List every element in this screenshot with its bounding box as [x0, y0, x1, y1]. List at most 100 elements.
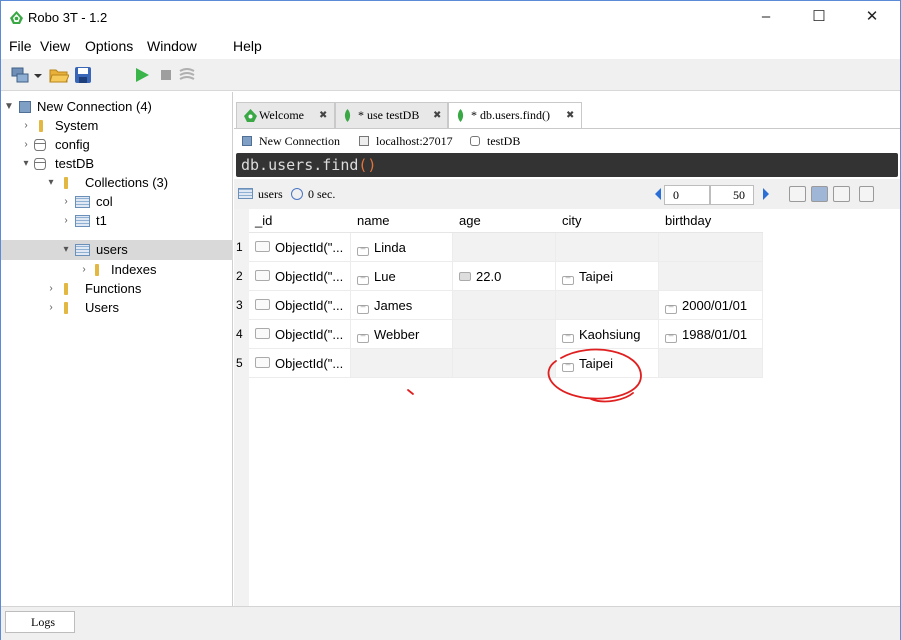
minimize-button[interactable]: –: [743, 1, 789, 33]
query-editor[interactable]: db.users.find(): [236, 153, 898, 177]
table-cell[interactable]: [453, 320, 556, 349]
table-cell[interactable]: ObjectId("...: [249, 320, 351, 349]
menu-view[interactable]: View: [40, 38, 70, 54]
tab-close-icon[interactable]: ✖: [433, 103, 441, 128]
tab-close-icon[interactable]: ✖: [319, 103, 327, 128]
breadcrumb: New Connection localhost:27017 testDB: [234, 129, 900, 153]
table-cell[interactable]: [453, 349, 556, 378]
logs-bar: Logs: [1, 606, 900, 640]
menu-window[interactable]: Window: [147, 38, 197, 54]
dropdown-icon[interactable]: [33, 65, 43, 85]
column-header-city[interactable]: city: [556, 209, 659, 233]
chevron-down-icon[interactable]: ▼: [4, 97, 14, 116]
table-cell[interactable]: "" Linda: [351, 233, 453, 262]
tree-label: Indexes: [111, 262, 157, 277]
database-icon: [34, 139, 46, 151]
table-cell[interactable]: "" 2000/01/01: [659, 291, 763, 320]
menu-help[interactable]: Help: [233, 38, 262, 54]
table-cell[interactable]: [556, 291, 659, 320]
chevron-right-icon[interactable]: ›: [61, 211, 71, 230]
chevron-right-icon[interactable]: ›: [46, 279, 56, 298]
tree-users-folder[interactable]: › Users: [1, 298, 233, 317]
table-view-icon[interactable]: [811, 186, 828, 202]
table-cell[interactable]: ObjectId("...: [249, 233, 351, 262]
maximize-results-icon[interactable]: [859, 186, 874, 202]
logs-tab[interactable]: Logs: [5, 611, 75, 633]
tree-indexes[interactable]: › Indexes: [1, 260, 233, 279]
close-button[interactable]: ✕: [849, 1, 895, 33]
query-text: db.users.find: [241, 156, 359, 174]
table-cell[interactable]: ObjectId("...: [249, 349, 351, 378]
chevron-right-icon[interactable]: ›: [79, 260, 89, 279]
column-header-name[interactable]: name: [351, 209, 453, 233]
table-cell[interactable]: 22.0: [453, 262, 556, 291]
chevron-right-icon[interactable]: ›: [21, 116, 31, 135]
table-cell[interactable]: [453, 291, 556, 320]
cell-value: Linda: [374, 240, 406, 255]
tab-users-find[interactable]: * db.users.find() ✖: [448, 102, 582, 129]
breadcrumb-host[interactable]: localhost:27017: [359, 129, 453, 153]
text-view-icon[interactable]: [833, 186, 850, 202]
table-cell[interactable]: "" 1988/01/01: [659, 320, 763, 349]
chevron-right-icon[interactable]: ›: [46, 298, 56, 317]
table-cell[interactable]: "" Taipei: [556, 349, 659, 378]
table-cell[interactable]: "" Webber: [351, 320, 453, 349]
tab-close-icon[interactable]: ✖: [566, 103, 574, 128]
table-cell[interactable]: [659, 262, 763, 291]
tab-welcome[interactable]: Welcome ✖: [236, 102, 335, 128]
tree-system[interactable]: › System: [1, 116, 233, 135]
string-icon: "": [665, 305, 677, 314]
execute-icon[interactable]: [132, 65, 152, 85]
chevron-down-icon[interactable]: ▾: [61, 240, 71, 259]
menu-file[interactable]: File: [9, 38, 32, 54]
breadcrumb-db[interactable]: testDB: [470, 129, 520, 153]
skip-input[interactable]: 0: [664, 185, 710, 205]
tree-functions[interactable]: › Functions: [1, 279, 233, 298]
tree-connection[interactable]: ▼ New Connection (4): [1, 97, 233, 116]
string-icon: "": [357, 334, 369, 343]
table-cell[interactable]: [351, 349, 453, 378]
page-prev-icon[interactable]: [655, 188, 661, 200]
robo3t-logo-icon: [244, 109, 257, 122]
menu-options[interactable]: Options: [85, 38, 133, 54]
table-cell[interactable]: ObjectId("...: [249, 262, 351, 291]
table-cell[interactable]: "" Lue: [351, 262, 453, 291]
clock-icon: [291, 188, 303, 200]
tab-label: Welcome: [259, 108, 305, 122]
server-icon: [19, 101, 31, 113]
chevron-down-icon[interactable]: ▾: [21, 154, 31, 173]
tree-col[interactable]: › col: [1, 192, 233, 211]
column-header-birthday[interactable]: birthday: [659, 209, 763, 233]
tree-view-icon[interactable]: [789, 186, 806, 202]
table-cell[interactable]: "" James: [351, 291, 453, 320]
open-icon[interactable]: [49, 65, 69, 85]
maximize-button[interactable]: ☐: [796, 1, 842, 33]
chevron-down-icon[interactable]: ▾: [46, 173, 56, 192]
tree-t1[interactable]: › t1: [1, 211, 233, 230]
table-cell[interactable]: "" Kaohsiung: [556, 320, 659, 349]
table-cell[interactable]: [556, 233, 659, 262]
chevron-right-icon[interactable]: ›: [21, 135, 31, 154]
table-cell[interactable]: [453, 233, 556, 262]
connect-icon[interactable]: [10, 65, 30, 85]
page-next-icon[interactable]: [763, 188, 769, 200]
table-cell[interactable]: [659, 233, 763, 262]
column-header-id[interactable]: _id: [249, 209, 351, 233]
table-cell[interactable]: [659, 349, 763, 378]
save-icon[interactable]: [73, 65, 93, 85]
tree-label: New Connection (4): [37, 99, 152, 114]
table-cell[interactable]: ObjectId("...: [249, 291, 351, 320]
format-icon[interactable]: [177, 65, 197, 85]
limit-input[interactable]: 50: [710, 185, 754, 205]
tree-users-collection[interactable]: ▾ users: [1, 240, 233, 260]
tab-use-testdb[interactable]: * use testDB ✖: [335, 102, 448, 128]
tree-config[interactable]: › config: [1, 135, 233, 154]
tree-collections[interactable]: ▾ Collections (3): [1, 173, 233, 192]
breadcrumb-connection[interactable]: New Connection: [242, 129, 340, 153]
table-cell[interactable]: "" Taipei: [556, 262, 659, 291]
column-header-age[interactable]: age: [453, 209, 556, 233]
window-title: Robo 3T - 1.2: [28, 10, 108, 25]
chevron-right-icon[interactable]: ›: [61, 192, 71, 211]
stop-icon[interactable]: [156, 65, 176, 85]
tree-testdb[interactable]: ▾ testDB: [1, 154, 233, 173]
